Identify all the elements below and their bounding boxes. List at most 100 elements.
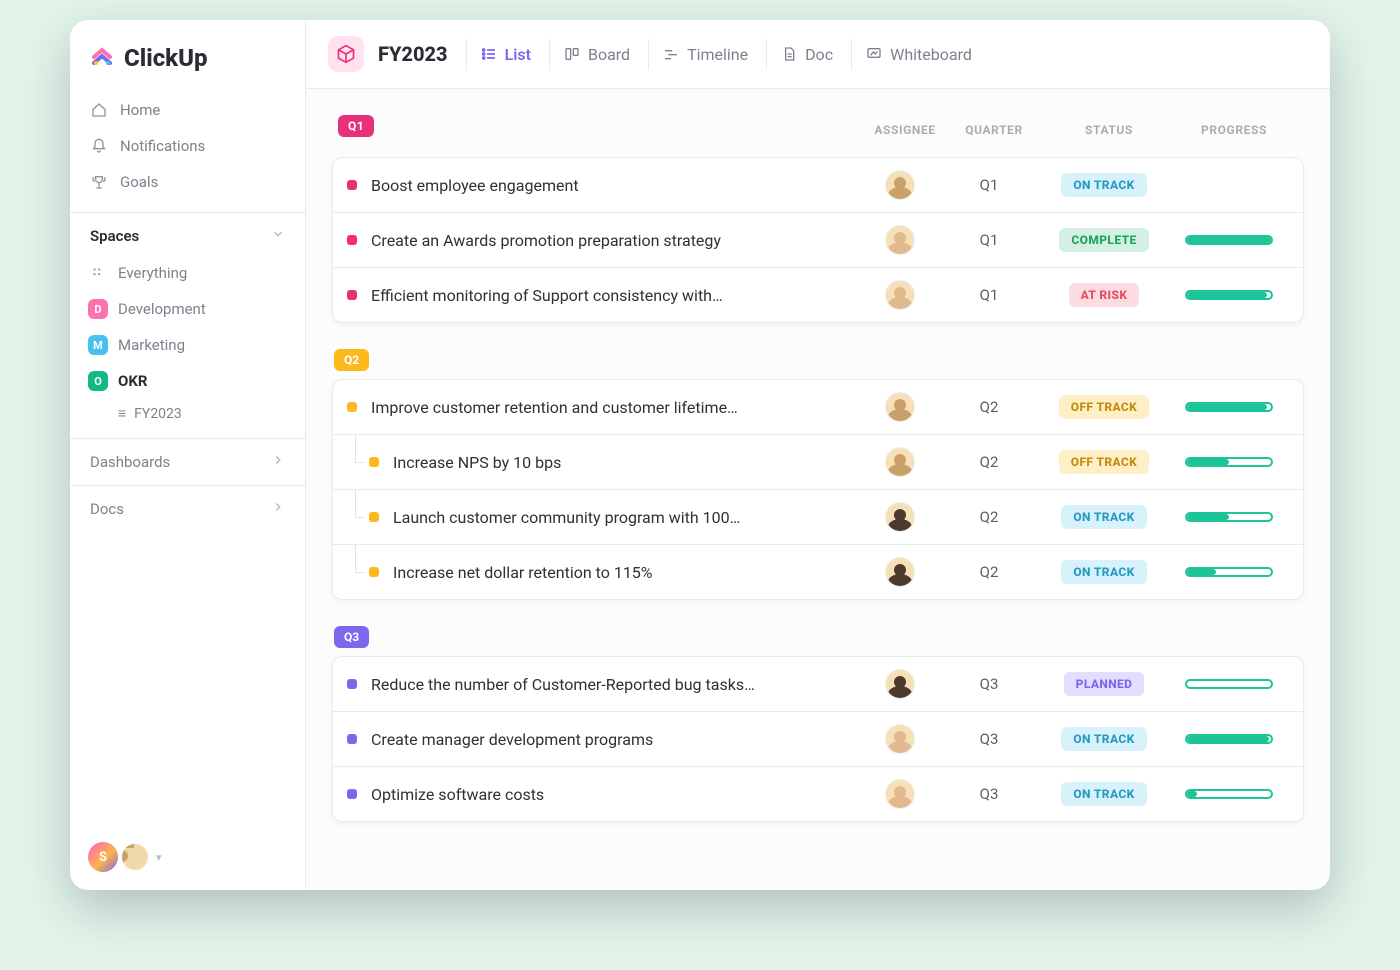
group-badge[interactable]: Q2 <box>334 349 369 371</box>
view-tab-list[interactable]: List <box>466 39 545 70</box>
task-row[interactable]: Improve customer retention and customer … <box>333 380 1303 434</box>
task-name: Efficient monitoring of Support consiste… <box>371 286 861 305</box>
view-tab-doc[interactable]: Doc <box>766 39 847 70</box>
progress-bar <box>1185 734 1273 744</box>
okr-sublist[interactable]: ≡ FY2023 <box>70 399 305 428</box>
quarter-cell: Q1 <box>939 286 1039 304</box>
assignee-cell[interactable] <box>861 170 939 200</box>
task-card: Improve customer retention and customer … <box>332 379 1304 600</box>
chevron-down-icon <box>271 227 285 245</box>
space-development[interactable]: DDevelopment <box>70 291 305 327</box>
clickup-logo-icon <box>90 46 114 70</box>
quarter-cell: Q3 <box>939 785 1039 803</box>
task-name: Boost employee engagement <box>371 176 861 195</box>
status-cell[interactable]: OFF TRACK <box>1039 450 1169 474</box>
space-everything[interactable]: Everything <box>70 255 305 291</box>
group-badge[interactable]: Q1 <box>338 115 374 137</box>
task-row[interactable]: Boost employee engagementQ1ON TRACK <box>333 158 1303 212</box>
progress-bar <box>1185 290 1273 300</box>
progress-bar <box>1185 512 1273 522</box>
nav-notifications[interactable]: Notifications <box>70 128 305 164</box>
assignee-cell[interactable] <box>861 447 939 477</box>
sidebar-footer[interactable]: S ▾ <box>70 828 305 890</box>
group-badge[interactable]: Q3 <box>334 626 369 648</box>
progress-cell <box>1169 734 1289 744</box>
progress-cell <box>1169 402 1289 412</box>
assignee-cell[interactable] <box>861 392 939 422</box>
view-tab-timeline[interactable]: Timeline <box>648 39 762 70</box>
task-row[interactable]: Efficient monitoring of Support consiste… <box>333 267 1303 322</box>
status-cell[interactable]: AT RISK <box>1039 283 1169 307</box>
status-cell[interactable]: COMPLETE <box>1039 228 1169 252</box>
sidebar: ClickUp Home Notifications Goals <box>70 20 306 890</box>
topbar: FY2023 List Board Timeline <box>306 20 1330 89</box>
whiteboard-icon <box>866 46 882 62</box>
board-icon <box>564 46 580 62</box>
task-row[interactable]: Create manager development programsQ3ON … <box>333 711 1303 766</box>
breadcrumb-title[interactable]: FY2023 <box>368 42 462 66</box>
assignee-cell[interactable] <box>861 225 939 255</box>
nav-label: Notifications <box>120 137 205 155</box>
assignee-cell[interactable] <box>861 502 939 532</box>
progress-cell <box>1169 679 1289 689</box>
nav-goals[interactable]: Goals <box>70 164 305 200</box>
task-name: Create an Awards promotion preparation s… <box>371 231 861 250</box>
task-row[interactable]: Reduce the number of Customer-Reported b… <box>333 657 1303 711</box>
workspace-avatar[interactable]: S <box>88 842 118 872</box>
task-row[interactable]: Launch customer community program with 1… <box>333 489 1303 544</box>
progress-bar <box>1185 679 1273 689</box>
nav-label: Goals <box>120 173 158 191</box>
status-cell[interactable]: ON TRACK <box>1039 173 1169 197</box>
sidebar-dashboards[interactable]: Dashboards <box>70 438 305 485</box>
assignee-cell[interactable] <box>861 779 939 809</box>
spaces-header[interactable]: Spaces <box>70 212 305 255</box>
assignee-cell[interactable] <box>861 557 939 587</box>
task-row[interactable]: Optimize software costsQ3ON TRACK <box>333 766 1303 821</box>
assignee-cell[interactable] <box>861 669 939 699</box>
task-name: Improve customer retention and customer … <box>371 398 861 417</box>
space-marketing[interactable]: MMarketing <box>70 327 305 363</box>
space-chip: D <box>88 299 108 319</box>
col-status: STATUS <box>1044 123 1174 137</box>
quarter-cell: Q2 <box>939 563 1039 581</box>
view-tab-whiteboard[interactable]: Whiteboard <box>851 39 986 70</box>
home-icon <box>90 102 108 118</box>
space-okr[interactable]: OOKR <box>70 363 305 399</box>
status-bullet <box>347 290 357 300</box>
task-row[interactable]: Create an Awards promotion preparation s… <box>333 212 1303 267</box>
progress-bar <box>1185 457 1273 467</box>
nav-home[interactable]: Home <box>70 92 305 128</box>
space-label: Marketing <box>118 336 185 354</box>
progress-cell <box>1169 235 1289 245</box>
group-q3: Q3Reduce the number of Customer-Reported… <box>332 626 1304 822</box>
status-cell[interactable]: ON TRACK <box>1039 560 1169 584</box>
status-cell[interactable]: ON TRACK <box>1039 782 1169 806</box>
quarter-cell: Q1 <box>939 231 1039 249</box>
assignee-cell[interactable] <box>861 280 939 310</box>
col-progress: PROGRESS <box>1174 123 1294 137</box>
doc-icon <box>781 46 797 62</box>
assignee-cell[interactable] <box>861 724 939 754</box>
progress-cell <box>1169 789 1289 799</box>
task-row[interactable]: Increase NPS by 10 bpsQ2OFF TRACK <box>333 434 1303 489</box>
brand-logo[interactable]: ClickUp <box>70 20 305 90</box>
caret-down-icon: ▾ <box>156 851 162 864</box>
task-card: Boost employee engagementQ1ON TRACKCreat… <box>332 157 1304 323</box>
list-icon <box>481 46 497 62</box>
bell-icon <box>90 138 108 154</box>
progress-bar <box>1185 789 1273 799</box>
space-label: Everything <box>118 264 187 282</box>
task-row[interactable]: Increase net dollar retention to 115%Q2O… <box>333 544 1303 599</box>
status-cell[interactable]: OFF TRACK <box>1039 395 1169 419</box>
view-tab-board[interactable]: Board <box>549 39 644 70</box>
status-cell[interactable]: ON TRACK <box>1039 727 1169 751</box>
user-avatar[interactable] <box>122 844 148 870</box>
space-badge-icon[interactable] <box>328 36 364 72</box>
status-cell[interactable]: PLANNED <box>1039 672 1169 696</box>
status-cell[interactable]: ON TRACK <box>1039 505 1169 529</box>
brand-name: ClickUp <box>124 44 208 72</box>
spaces-header-label: Spaces <box>90 227 139 245</box>
primary-nav: Home Notifications Goals <box>70 90 305 202</box>
sidebar-docs[interactable]: Docs <box>70 485 305 532</box>
quarter-cell: Q3 <box>939 675 1039 693</box>
